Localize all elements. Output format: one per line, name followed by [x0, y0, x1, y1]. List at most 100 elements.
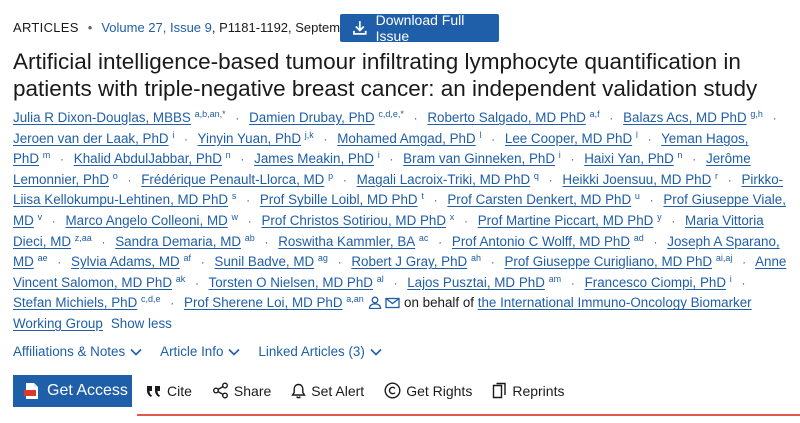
author-name-link[interactable]: Roberto Salgado, MD PhD [427, 110, 586, 125]
author-affiliation-marker[interactable]: ai,aj [716, 253, 733, 263]
author-affiliation-marker[interactable]: ab [245, 233, 255, 243]
author-name-link[interactable]: Torsten O Nielsen, MD PhD [209, 275, 373, 290]
author-entry: Damien Drubay, PhD c,d,e,* [249, 109, 404, 126]
author-name-link[interactable]: Julia R Dixon-Douglas, MBBS [13, 110, 191, 125]
author-name-link[interactable]: Sunil Badve, MD [214, 254, 314, 269]
volume-issue-link[interactable]: Volume 27, Issue 9 [101, 20, 212, 35]
author-affiliation-marker[interactable]: af [183, 253, 191, 263]
author-name-link[interactable]: Prof Carsten Denkert, MD PhD [447, 192, 631, 207]
author-affiliation-marker[interactable]: a,an [346, 294, 364, 304]
author-name-link[interactable]: Mohamed Amgad, PhD [337, 131, 475, 146]
author-name-link[interactable]: Lee Cooper, MD PhD [505, 131, 632, 146]
author-name-link[interactable]: Prof Antonio C Wolff, MD PhD [452, 234, 630, 249]
author-affiliation-marker[interactable]: u [635, 191, 640, 201]
get-rights-label: Get Rights [406, 382, 473, 399]
show-less-button[interactable]: Show less [111, 316, 172, 331]
author-name-link[interactable]: Yinyin Yuan, PhD [198, 131, 301, 146]
author-name-link[interactable]: Damien Drubay, PhD [249, 110, 375, 125]
author-affiliation-marker[interactable]: ah [471, 253, 481, 263]
author-name-link[interactable]: Francesco Ciompi, PhD [585, 275, 726, 290]
quote-icon [147, 385, 160, 397]
author-affiliation-marker[interactable]: t [421, 191, 424, 201]
author-name-link[interactable]: Bram van Ginneken, PhD [403, 151, 555, 166]
author-affiliation-marker[interactable]: q [534, 171, 539, 181]
author-name-link[interactable]: Balazs Acs, MD PhD [623, 110, 747, 125]
envelope-icon[interactable] [385, 297, 400, 309]
author-affiliation-marker[interactable]: i [172, 130, 174, 140]
author-affiliation-marker[interactable]: i [730, 274, 732, 284]
author-name-link[interactable]: James Meakin, PhD [254, 151, 374, 166]
author-name-link[interactable]: Sylvia Adams, MD [71, 254, 180, 269]
author-affiliation-marker[interactable]: p [328, 171, 333, 181]
author-affiliation-marker[interactable]: v [38, 212, 43, 222]
author-affiliation-marker[interactable]: ag [318, 253, 328, 263]
author-entry: Mohamed Amgad, PhD l [337, 130, 481, 146]
author-affiliation-marker[interactable]: y [657, 212, 662, 222]
author-affiliation-marker[interactable]: n [226, 150, 231, 160]
author-name-link[interactable]: Sandra Demaria, MD [115, 234, 241, 249]
author-affiliation-marker[interactable]: n [678, 150, 683, 160]
author-name-link[interactable]: Stefan Michiels, PhD [13, 295, 137, 310]
author-affiliation-marker[interactable]: g,h [750, 109, 763, 119]
author-affiliation-marker[interactable]: c,d,e,* [378, 109, 404, 119]
author-affiliation-marker[interactable]: x [450, 212, 455, 222]
author-name-link[interactable]: Haixi Yan, PhD [584, 151, 674, 166]
author-affiliation-marker[interactable]: a,b,an,* [195, 109, 226, 119]
author-affiliation-marker[interactable]: ae [38, 253, 48, 263]
author-name-link[interactable]: Lajos Pusztai, MD PhD [407, 275, 545, 290]
author-affiliation-marker[interactable]: w [232, 212, 239, 222]
copyright-icon [384, 382, 401, 399]
author-name-link[interactable]: Prof Sybille Loibl, MD PhD [260, 192, 418, 207]
author-affiliation-marker[interactable]: am [549, 274, 562, 284]
author-affiliation-marker[interactable]: l [479, 130, 481, 140]
author-affiliation-marker[interactable]: z,aa [75, 233, 92, 243]
bell-icon [291, 383, 307, 398]
share-button[interactable]: Share [212, 382, 271, 399]
author-entry: Sunil Badve, MD ag [214, 253, 328, 270]
author-affiliation-marker[interactable]: i [378, 150, 380, 160]
author-name-link[interactable]: Prof Giuseppe Curigliano, MD PhD [504, 254, 712, 269]
author-affiliation-marker[interactable]: r [715, 171, 718, 181]
author-name-link[interactable]: Khalid AbdulJabbar, PhD [74, 151, 222, 166]
article-info-toggle[interactable]: Article Info [160, 344, 240, 359]
author-name-link[interactable]: Heikki Joensuu, MD PhD [562, 172, 711, 187]
author-name-link[interactable]: Robert J Gray, PhD [351, 254, 467, 269]
set-alert-button[interactable]: Set Alert [291, 383, 364, 399]
author-entry: Prof Christos Sotiriou, MD PhD x [261, 212, 455, 228]
author-entry: Marco Angelo Colleoni, MD w [66, 212, 239, 228]
author-separator: · [170, 296, 175, 311]
author-name-link[interactable]: Jeroen van der Laak, PhD [13, 131, 169, 146]
download-full-issue-button[interactable]: Download Full Issue [340, 12, 499, 44]
author-entry: Prof Sherene Loi, MD PhD a,an [184, 295, 404, 310]
reprints-button[interactable]: Reprints [492, 382, 564, 399]
affiliations-notes-toggle[interactable]: Affiliations & Notes [13, 344, 142, 359]
author-affiliation-marker[interactable]: j,k [305, 130, 314, 140]
author-separator: · [491, 131, 496, 146]
author-affiliation-marker[interactable]: al [377, 274, 384, 284]
author-affiliation-marker[interactable]: c,d,e [141, 294, 161, 304]
author-affiliation-marker[interactable]: m [43, 150, 51, 160]
cite-button[interactable]: Cite [146, 383, 192, 399]
chevron-down-icon [130, 348, 142, 356]
author-affiliation-marker[interactable]: o [113, 171, 118, 181]
author-affiliation-marker[interactable]: l [636, 130, 638, 140]
author-name-link[interactable]: Roswitha Kammler, BA [278, 234, 415, 249]
author-affiliation-marker[interactable]: ak [176, 274, 186, 284]
author-name-link[interactable]: Prof Christos Sotiriou, MD PhD [261, 213, 446, 228]
linked-articles-toggle[interactable]: Linked Articles (3) [258, 344, 382, 359]
download-label: Download Full Issue [375, 12, 465, 44]
author-affiliation-marker[interactable]: i [559, 150, 561, 160]
author-affiliation-marker[interactable]: a,f [590, 109, 600, 119]
author-name-link[interactable]: Marco Angelo Colleoni, MD [66, 213, 228, 228]
on-behalf-text: on behalf of [404, 295, 475, 311]
get-rights-button[interactable]: Get Rights [384, 382, 472, 399]
author-affiliation-marker[interactable]: s [232, 191, 237, 201]
author-affiliation-marker[interactable]: ad [634, 233, 644, 243]
author-affiliation-marker[interactable]: ac [419, 233, 429, 243]
author-name-link[interactable]: Frédérique Penault-Llorca, MD [141, 172, 324, 187]
article-links-row: Affiliations & Notes Article Info Linked… [13, 344, 400, 359]
get-access-button[interactable]: Get Access [13, 375, 132, 407]
author-name-link[interactable]: Prof Sherene Loi, MD PhD [184, 295, 343, 310]
author-name-link[interactable]: Prof Martine Piccart, MD PhD [478, 213, 654, 228]
author-name-link[interactable]: Magali Lacroix-Triki, MD PhD [357, 172, 531, 187]
